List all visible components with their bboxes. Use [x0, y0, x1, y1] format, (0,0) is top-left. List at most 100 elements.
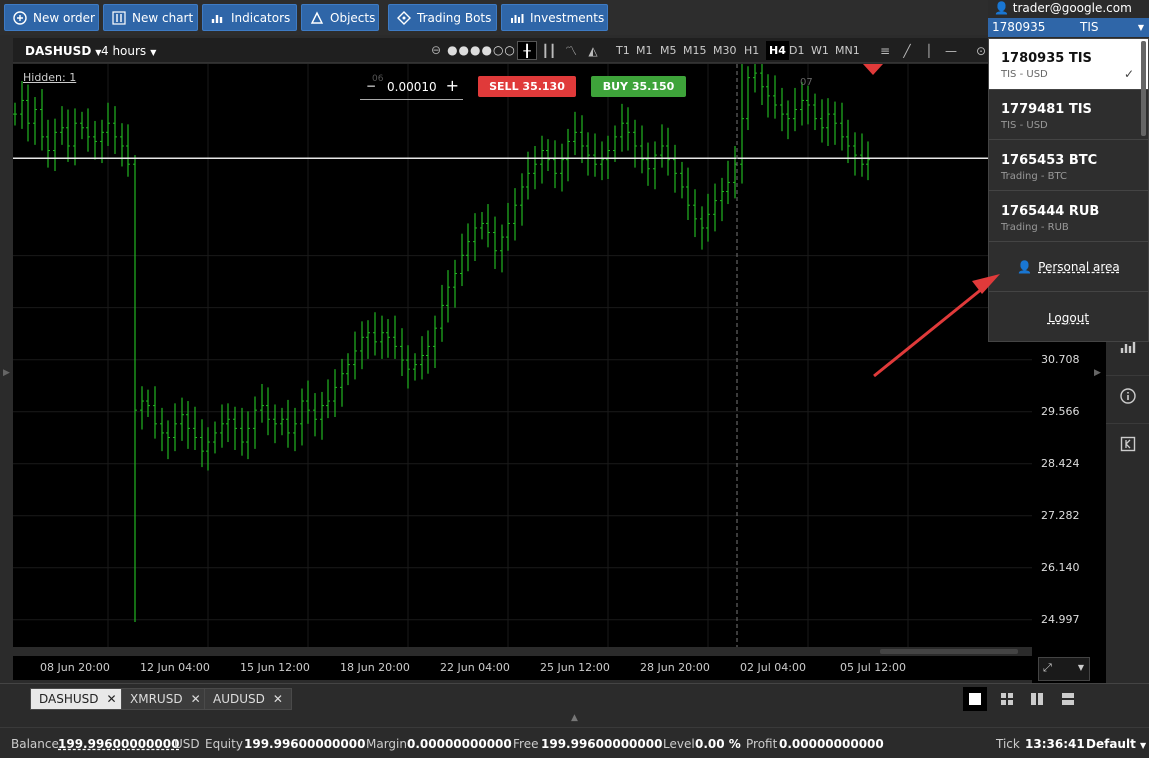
- timeframe-m1[interactable]: M1: [636, 44, 653, 57]
- timeframe-h4[interactable]: H4: [766, 41, 789, 60]
- fit-chart-icon[interactable]: ⤢: [1043, 661, 1052, 675]
- price-bar: [600, 141, 604, 181]
- chart-scrollbar[interactable]: [880, 649, 1018, 654]
- line-style-icon[interactable]: 〽: [561, 41, 581, 60]
- price-bar: [440, 284, 444, 342]
- price-bar: [13, 102, 17, 126]
- investments-label: Investments: [530, 10, 605, 25]
- trading-bots-button[interactable]: Trading Bots: [388, 4, 497, 31]
- chevron-down-icon[interactable]: ▼: [1078, 663, 1084, 672]
- price-bar: [200, 419, 204, 468]
- vertical-line-icon[interactable]: │: [919, 41, 939, 60]
- price-bar: [800, 82, 804, 126]
- balance-currency: USD: [174, 737, 200, 751]
- main-toolbar: New order New chart Indicators Objects T…: [0, 0, 1149, 35]
- price-bar: [793, 87, 797, 132]
- account-item[interactable]: 1779481 TIS TIS - USD: [989, 90, 1148, 140]
- price-bar: [360, 321, 364, 370]
- time-tick-label: 15 Jun 12:00: [240, 661, 310, 674]
- sell-button[interactable]: SELL 35.130: [478, 76, 576, 97]
- annotation-arrow: [873, 274, 1000, 378]
- trading-bots-label: Trading Bots: [417, 10, 492, 25]
- balance-value[interactable]: 199.99600000000: [58, 737, 179, 751]
- left-collapse-strip[interactable]: ▶: [0, 38, 13, 688]
- account-selector[interactable]: 1780935 TIS ▼: [988, 18, 1149, 37]
- price-bar: [80, 111, 84, 140]
- candle-style-icon[interactable]: ┃┃: [539, 41, 559, 60]
- time-tick-label: 08 Jun 20:00: [40, 661, 110, 674]
- timeframe-mn1[interactable]: MN1: [835, 44, 860, 57]
- logout-link[interactable]: Logout: [989, 293, 1148, 343]
- price-bar: [706, 193, 710, 242]
- price-bar: [260, 383, 264, 423]
- single-layout-icon[interactable]: [963, 687, 987, 711]
- new-chart-button[interactable]: New chart: [103, 4, 198, 31]
- price-bar: [93, 120, 97, 160]
- timeframe-selector[interactable]: 4 hours ▼: [101, 44, 156, 58]
- buy-button[interactable]: BUY 35.150: [591, 76, 686, 97]
- hidden-orders-link[interactable]: Hidden: 1: [23, 71, 76, 84]
- trendline-icon[interactable]: ╱: [897, 41, 917, 60]
- timeframe-m30[interactable]: M30: [713, 44, 737, 57]
- close-icon[interactable]: ✕: [273, 692, 283, 706]
- account-item[interactable]: 1780935 TIS TIS - USD ✓: [989, 39, 1148, 90]
- objects-button[interactable]: Objects: [301, 4, 379, 31]
- equity-label: Equity: [205, 737, 243, 751]
- symbol-selector[interactable]: DASHUSD ▼: [25, 44, 101, 58]
- price-tick-label: 24.997: [1041, 612, 1080, 626]
- price-bar: [106, 102, 110, 146]
- time-tick-label: 12 Jun 04:00: [140, 661, 210, 674]
- tab-label: XMRUSD: [130, 692, 183, 706]
- tab-audusd[interactable]: AUDUSD ✕: [204, 688, 292, 710]
- timeframe-w1[interactable]: W1: [811, 44, 829, 57]
- timeframe-h1[interactable]: H1: [744, 44, 759, 57]
- price-bar: [333, 369, 337, 417]
- user-email: 👤 trader@google.com: [988, 0, 1149, 18]
- price-bar: [286, 399, 290, 448]
- grid-layout-icon[interactable]: [995, 687, 1019, 711]
- expand-panel-icon[interactable]: ▲: [571, 713, 578, 723]
- tab-label: DASHUSD: [39, 692, 99, 706]
- vertical-split-icon[interactable]: [1025, 687, 1049, 711]
- price-bar: [40, 89, 44, 151]
- indicator-list-icon[interactable]: ≡: [875, 41, 895, 60]
- email-label: trader@google.com: [1012, 1, 1132, 15]
- timeframe-m15[interactable]: M15: [683, 44, 707, 57]
- price-bar: [400, 328, 404, 376]
- profile-selector[interactable]: Default ▼: [1086, 737, 1146, 751]
- account-item[interactable]: 1765444 RUB Trading - RUB: [989, 192, 1148, 242]
- price-bar: [120, 123, 124, 167]
- horizontal-line-icon[interactable]: —: [941, 41, 961, 60]
- account-item-sub: Trading - BTC: [1001, 171, 1068, 182]
- calculator-icon[interactable]: [1106, 423, 1149, 464]
- quantity-stepper[interactable]: 06 − 0.00010 +: [360, 74, 463, 100]
- price-bar: [346, 353, 350, 386]
- price-bar: [73, 108, 77, 166]
- decrease-quantity-button[interactable]: −: [366, 79, 376, 93]
- account-item[interactable]: 1765453 BTC Trading - BTC: [989, 141, 1148, 191]
- area-style-icon[interactable]: ◭: [583, 41, 603, 60]
- timeframe-m5[interactable]: M5: [660, 44, 677, 57]
- new-order-button[interactable]: New order: [4, 4, 99, 31]
- price-bar: [413, 353, 417, 381]
- timeframe-t1[interactable]: T1: [616, 44, 630, 57]
- price-bar: [513, 188, 517, 241]
- zoom-out-icon[interactable]: ⊖: [431, 43, 441, 57]
- tab-xmrusd[interactable]: XMRUSD ✕: [121, 688, 210, 710]
- close-icon[interactable]: ✕: [191, 692, 201, 706]
- bar-style-icon[interactable]: ╂: [517, 41, 537, 60]
- personal-area-link[interactable]: 👤 Personal area: [989, 242, 1148, 292]
- info-icon[interactable]: [1106, 375, 1149, 416]
- indicators-button[interactable]: Indicators: [202, 4, 297, 31]
- close-icon[interactable]: ✕: [107, 692, 117, 706]
- price-bar: [320, 391, 324, 440]
- event-marker-icon: [863, 64, 883, 75]
- horizontal-split-icon[interactable]: [1056, 687, 1080, 711]
- increase-quantity-button[interactable]: +: [446, 76, 459, 95]
- tab-dashusd[interactable]: DASHUSD ✕: [30, 688, 126, 710]
- investments-button[interactable]: Investments: [501, 4, 608, 31]
- price-bar: [406, 345, 410, 389]
- collapse-right-icon[interactable]: ▶: [1094, 368, 1101, 378]
- timeframe-d1[interactable]: D1: [789, 44, 804, 57]
- quantity-value[interactable]: 0.00010: [387, 80, 437, 94]
